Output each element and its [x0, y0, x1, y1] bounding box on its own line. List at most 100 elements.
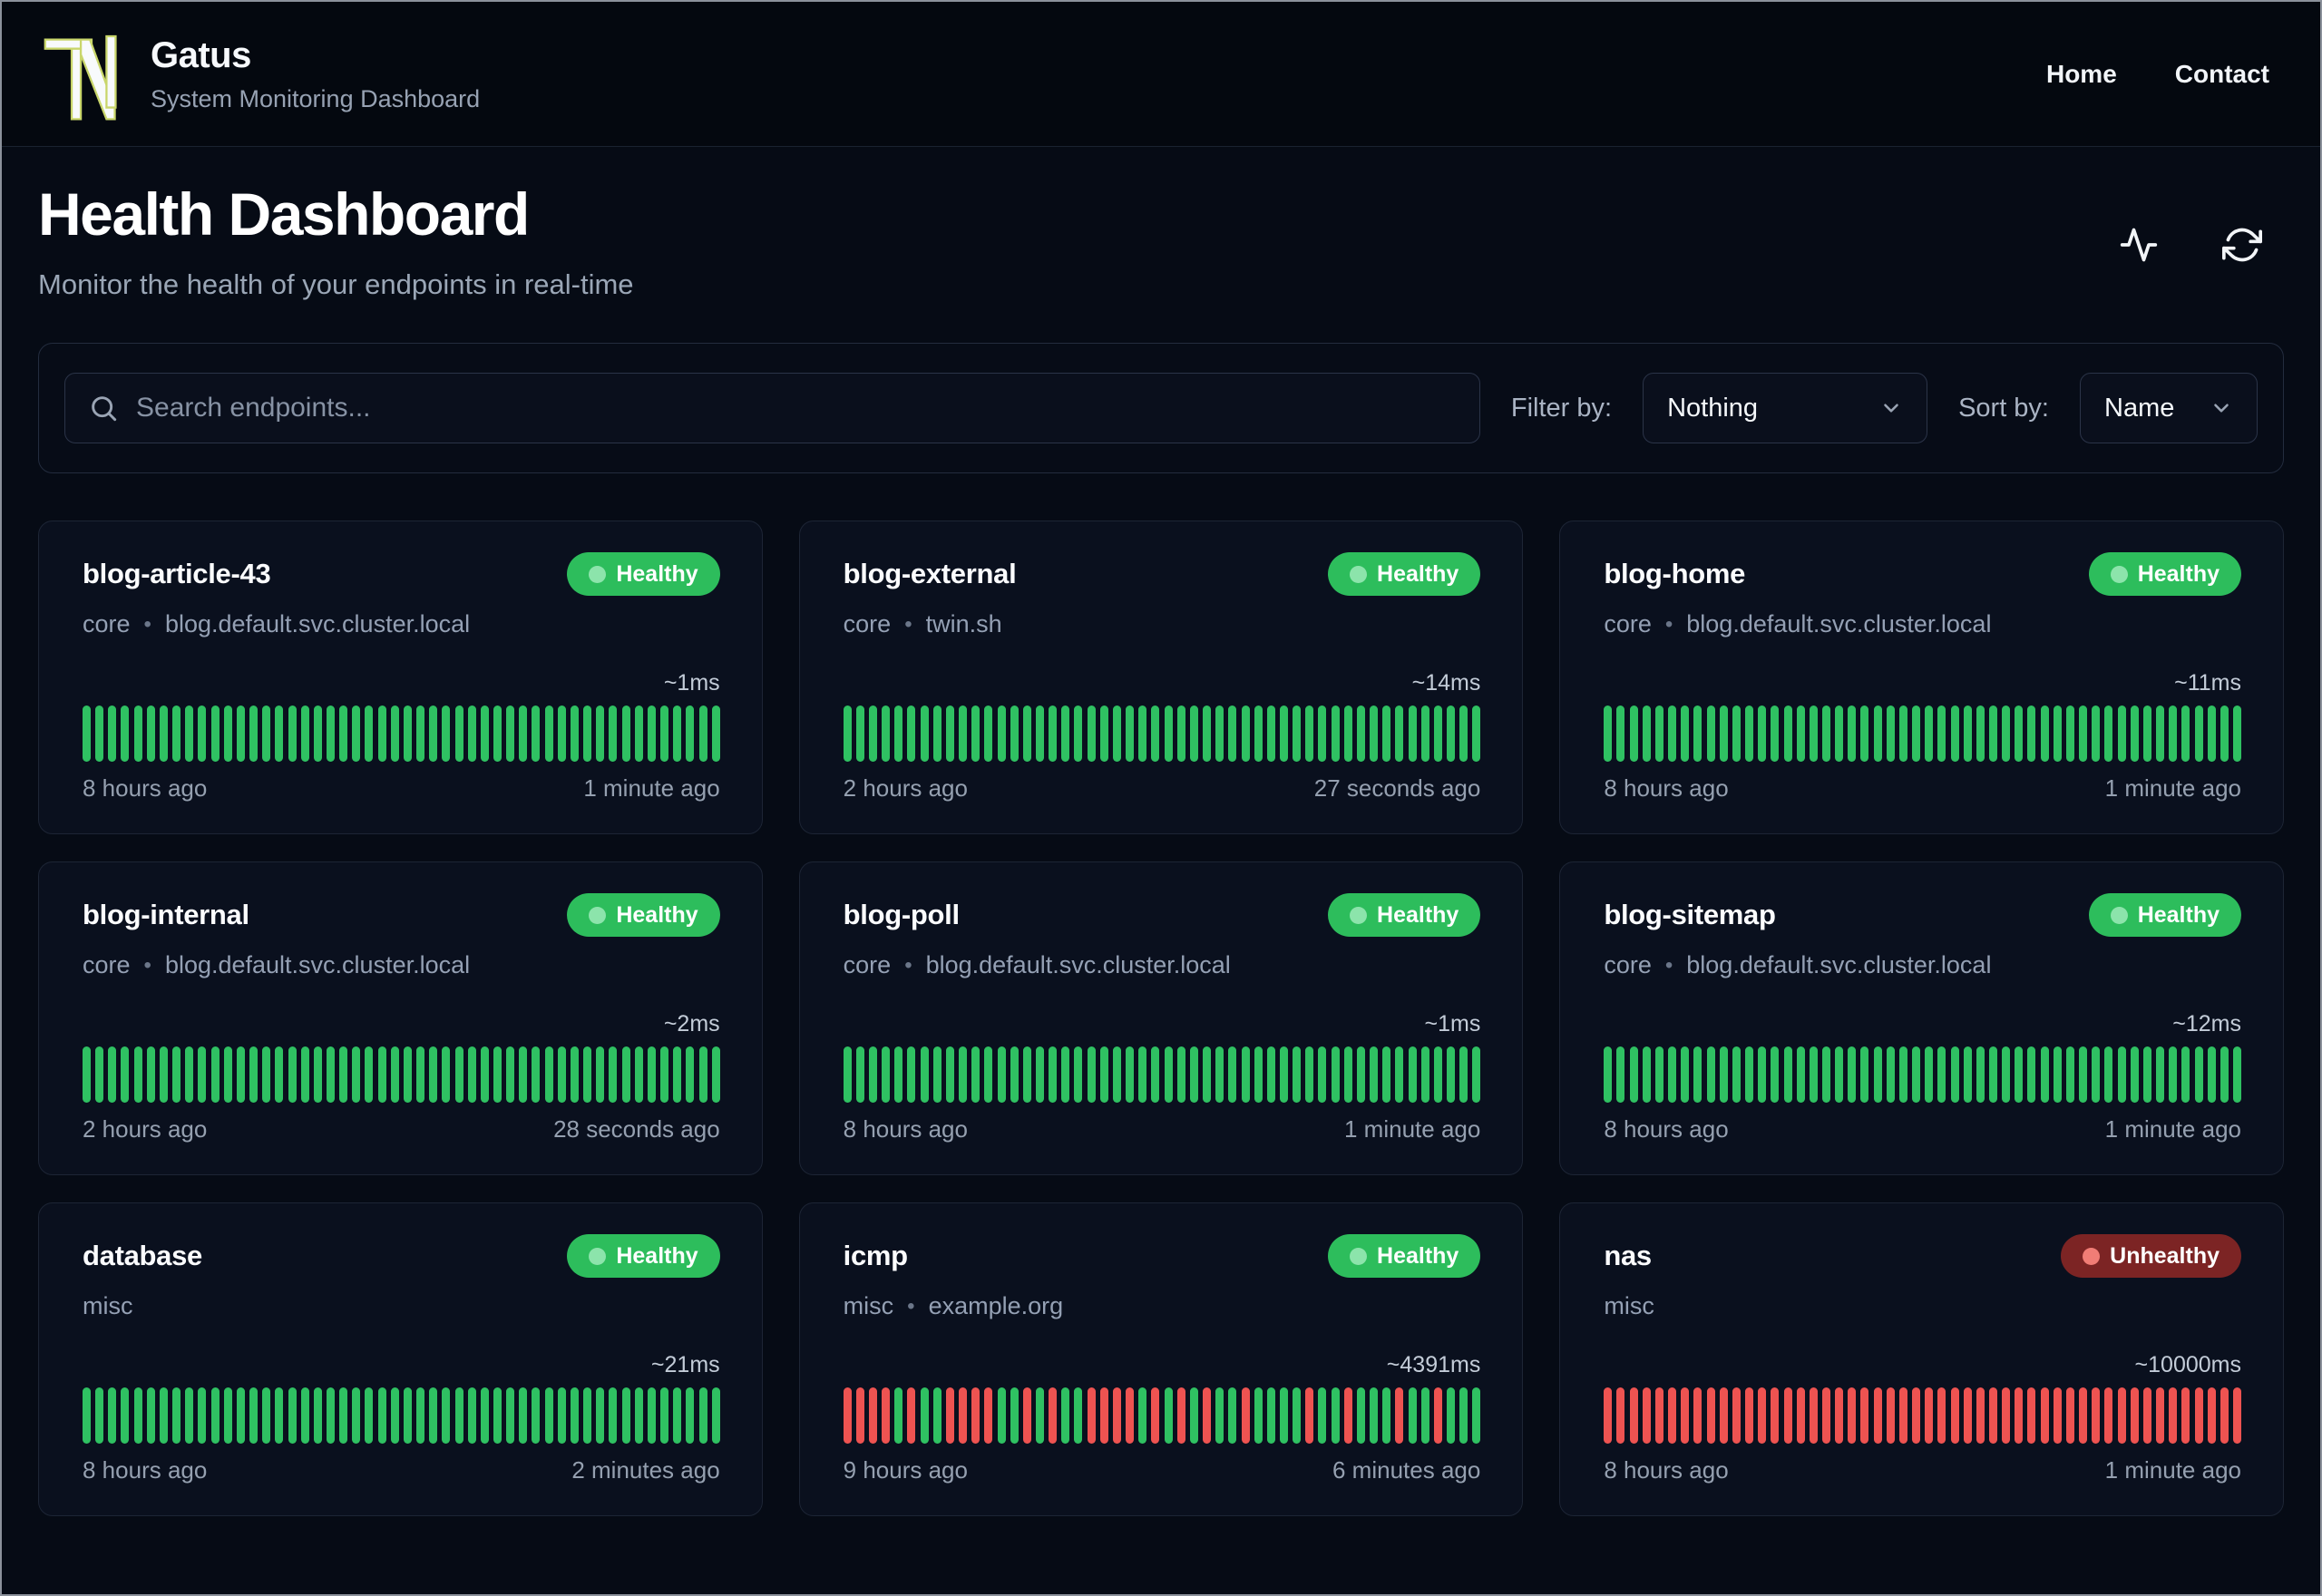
status-bar[interactable] — [1433, 706, 1442, 762]
status-bar[interactable] — [544, 1387, 553, 1444]
filter-select[interactable]: Nothing — [1643, 373, 1928, 443]
status-bar[interactable] — [932, 1387, 941, 1444]
status-bar[interactable] — [429, 706, 438, 762]
status-bar[interactable] — [1356, 1387, 1365, 1444]
status-bar[interactable] — [236, 1046, 245, 1103]
status-bar[interactable] — [1809, 1046, 1818, 1103]
status-bar[interactable] — [1203, 706, 1212, 762]
status-bar[interactable] — [1835, 706, 1844, 762]
status-bar[interactable] — [403, 1046, 412, 1103]
status-bar[interactable] — [121, 1387, 130, 1444]
status-bar[interactable] — [2092, 1046, 2101, 1103]
status-bar[interactable] — [932, 1046, 941, 1103]
status-bar[interactable] — [2015, 1046, 2024, 1103]
status-bar[interactable] — [711, 1387, 720, 1444]
status-bar[interactable] — [1937, 706, 1946, 762]
status-bar[interactable] — [621, 1046, 630, 1103]
status-bar[interactable] — [2065, 706, 2074, 762]
status-bar[interactable] — [390, 1387, 399, 1444]
status-bar[interactable] — [1382, 1046, 1391, 1103]
status-bar[interactable] — [1022, 706, 1031, 762]
status-bar[interactable] — [1629, 1046, 1638, 1103]
status-bar[interactable] — [609, 706, 618, 762]
status-bar[interactable] — [557, 1046, 566, 1103]
status-bar[interactable] — [1848, 706, 1857, 762]
status-bar[interactable] — [1010, 1387, 1019, 1444]
status-bar[interactable] — [907, 1387, 916, 1444]
endpoint-card[interactable]: blog-home Healthy core • blog.default.sv… — [1559, 521, 2284, 834]
status-bar[interactable] — [352, 706, 361, 762]
status-bar[interactable] — [493, 1046, 502, 1103]
status-bar[interactable] — [83, 1046, 91, 1103]
status-bar[interactable] — [647, 1046, 656, 1103]
status-bar[interactable] — [1370, 1387, 1379, 1444]
status-bar[interactable] — [1266, 1046, 1275, 1103]
status-bar[interactable] — [1732, 1387, 1741, 1444]
status-bar[interactable] — [1318, 1387, 1327, 1444]
status-bar[interactable] — [971, 1387, 981, 1444]
status-bar[interactable] — [1668, 1387, 1677, 1444]
status-bar[interactable] — [2104, 706, 2113, 762]
status-bar[interactable] — [532, 1387, 541, 1444]
status-bar[interactable] — [1433, 1387, 1442, 1444]
status-bar[interactable] — [1821, 1046, 1830, 1103]
status-bar[interactable] — [262, 1046, 271, 1103]
status-bar[interactable] — [326, 706, 335, 762]
status-bar[interactable] — [1796, 1387, 1805, 1444]
status-bar[interactable] — [1036, 1387, 1044, 1444]
status-bar[interactable] — [2079, 1387, 2088, 1444]
status-bar[interactable] — [2092, 1387, 2101, 1444]
status-bar[interactable] — [1215, 1387, 1224, 1444]
status-bar[interactable] — [1293, 1387, 1302, 1444]
status-bar[interactable] — [1693, 1046, 1702, 1103]
status-bar[interactable] — [429, 1387, 438, 1444]
status-bar[interactable] — [1408, 706, 1417, 762]
status-bar[interactable] — [686, 1387, 695, 1444]
status-bar[interactable] — [1873, 706, 1882, 762]
status-bar[interactable] — [467, 1387, 476, 1444]
status-bar[interactable] — [1228, 706, 1237, 762]
status-bar[interactable] — [2002, 1046, 2011, 1103]
status-bar[interactable] — [2169, 706, 2178, 762]
status-bar[interactable] — [1022, 1046, 1031, 1103]
status-bar[interactable] — [1629, 706, 1638, 762]
status-bar[interactable] — [2104, 1046, 2113, 1103]
status-bar[interactable] — [313, 1387, 322, 1444]
status-bar[interactable] — [1395, 1387, 1404, 1444]
status-bar[interactable] — [236, 706, 245, 762]
status-bar[interactable] — [1963, 1046, 1972, 1103]
status-bar[interactable] — [454, 706, 463, 762]
status-bar[interactable] — [2169, 1046, 2178, 1103]
status-bar[interactable] — [2040, 706, 2049, 762]
status-bar[interactable] — [1745, 706, 1754, 762]
status-bar[interactable] — [596, 1046, 605, 1103]
status-bar[interactable] — [698, 706, 707, 762]
status-bar[interactable] — [1022, 1387, 1031, 1444]
status-bar[interactable] — [146, 1387, 155, 1444]
status-bar[interactable] — [1254, 1387, 1263, 1444]
status-bar[interactable] — [1668, 706, 1677, 762]
activity-icon[interactable] — [2117, 223, 2161, 267]
status-bar[interactable] — [1087, 1046, 1096, 1103]
status-bar[interactable] — [1343, 706, 1352, 762]
status-bar[interactable] — [596, 1387, 605, 1444]
status-bar[interactable] — [997, 1046, 1006, 1103]
status-bar[interactable] — [1420, 1387, 1429, 1444]
status-bar[interactable] — [1331, 706, 1340, 762]
status-bar[interactable] — [2220, 706, 2229, 762]
status-bar[interactable] — [2079, 1046, 2088, 1103]
status-bar[interactable] — [95, 1387, 104, 1444]
status-bar[interactable] — [984, 1387, 993, 1444]
status-bar[interactable] — [288, 1046, 297, 1103]
status-bar[interactable] — [673, 706, 682, 762]
status-bar[interactable] — [1138, 1387, 1147, 1444]
status-bar[interactable] — [959, 706, 968, 762]
status-bar[interactable] — [1099, 706, 1108, 762]
status-bar[interactable] — [1420, 1046, 1429, 1103]
status-bar[interactable] — [1189, 1387, 1198, 1444]
status-bar[interactable] — [429, 1046, 438, 1103]
status-bar[interactable] — [1616, 1046, 1625, 1103]
status-bar[interactable] — [1138, 706, 1147, 762]
status-bar[interactable] — [959, 1046, 968, 1103]
status-bar[interactable] — [2142, 1046, 2151, 1103]
